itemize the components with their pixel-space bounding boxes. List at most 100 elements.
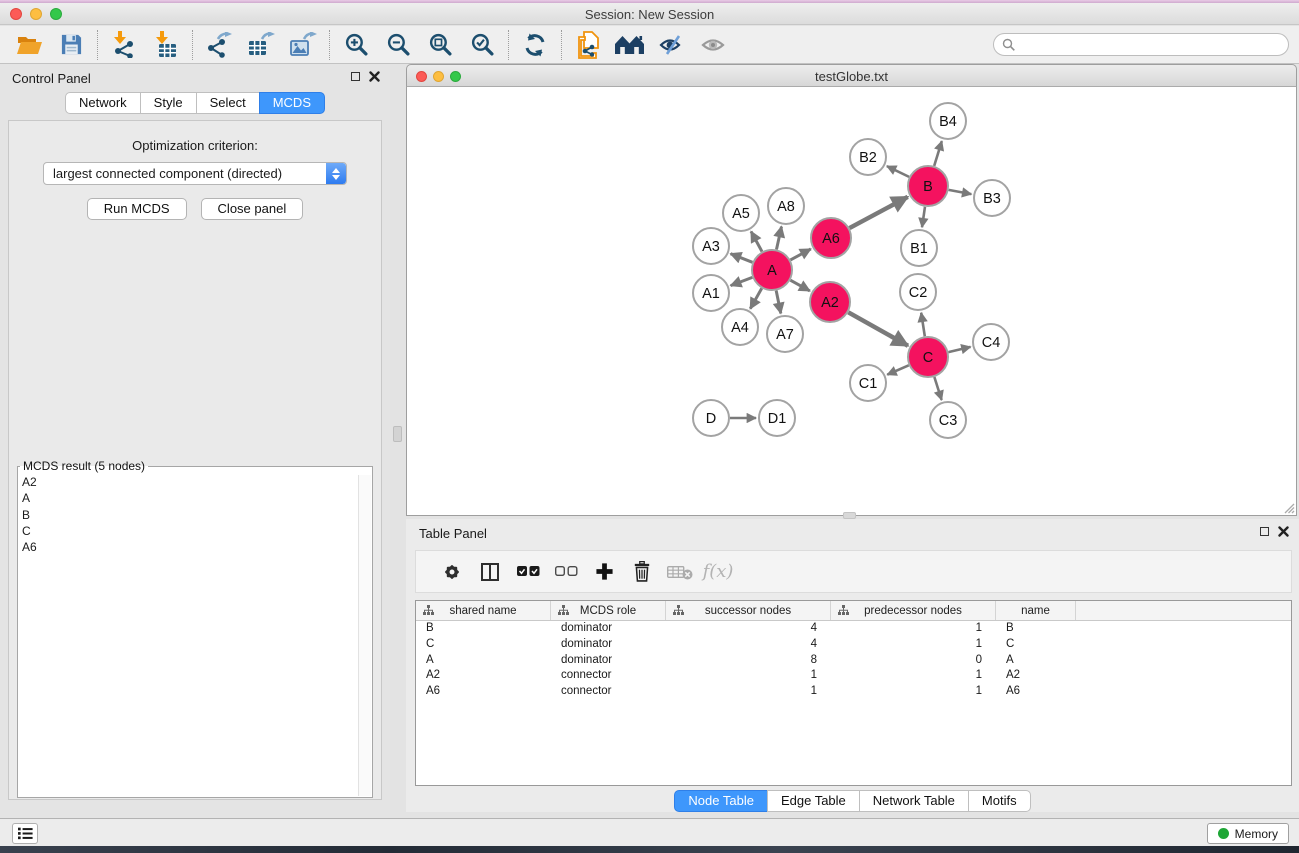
edge-B-B3[interactable] <box>949 190 972 194</box>
cell-MCDS-role[interactable]: dominator <box>551 637 666 653</box>
edge-C-C3[interactable] <box>934 377 941 400</box>
select-all-columns-button[interactable] <box>509 555 547 589</box>
cell-MCDS-role[interactable]: connector <box>551 684 666 700</box>
edge-A-A2[interactable] <box>790 280 809 291</box>
edge-A-A5[interactable] <box>751 231 762 251</box>
search-input[interactable] <box>1016 38 1288 52</box>
edge-A-A8[interactable] <box>776 227 781 250</box>
network-window-titlebar[interactable]: testGlobe.txt <box>406 64 1297 87</box>
show-columns-button[interactable] <box>471 555 509 589</box>
column-header-successor-nodes[interactable]: successor nodes <box>666 601 831 620</box>
table-options-button[interactable] <box>433 555 471 589</box>
node-table[interactable]: shared nameMCDS rolesuccessor nodesprede… <box>415 600 1292 786</box>
add-row-button[interactable] <box>585 555 623 589</box>
mcds-result-item[interactable]: A6 <box>22 539 372 555</box>
save-session-button[interactable] <box>50 29 92 61</box>
search-field[interactable] <box>993 33 1289 56</box>
export-image-button[interactable] <box>282 29 324 61</box>
column-header-shared-name[interactable]: shared name <box>416 601 551 620</box>
edge-A-A4[interactable] <box>750 288 761 308</box>
cell-name[interactable]: C <box>996 637 1076 653</box>
import-network-button[interactable] <box>103 29 145 61</box>
cell-name[interactable]: A <box>996 653 1076 669</box>
cell-shared-name[interactable]: C <box>416 637 551 653</box>
run-mcds-button[interactable]: Run MCDS <box>87 198 187 220</box>
edge-A-A1[interactable] <box>731 277 753 285</box>
edge-B-B2[interactable] <box>887 166 909 177</box>
vertical-splitter-handle[interactable] <box>393 426 402 442</box>
zoom-in-button[interactable] <box>335 29 377 61</box>
delete-column-button[interactable] <box>661 555 699 589</box>
tab-style[interactable]: Style <box>140 92 197 114</box>
new-network-from-selection-button[interactable] <box>567 29 609 61</box>
edge-A6-B[interactable] <box>850 197 908 228</box>
cell-successor-nodes[interactable]: 1 <box>666 684 831 700</box>
cell-predecessor-nodes[interactable]: 1 <box>831 684 996 700</box>
tab-node-table[interactable]: Node Table <box>674 790 768 812</box>
float-panel-icon[interactable] <box>351 72 360 81</box>
zoom-selected-button[interactable] <box>461 29 503 61</box>
float-table-panel-icon[interactable] <box>1260 527 1269 536</box>
cell-shared-name[interactable]: A6 <box>416 684 551 700</box>
edge-A-A3[interactable] <box>731 254 753 263</box>
cell-predecessor-nodes[interactable]: 0 <box>831 653 996 669</box>
import-table-button[interactable] <box>145 29 187 61</box>
cell-MCDS-role[interactable]: connector <box>551 668 666 684</box>
cell-name[interactable]: A6 <box>996 684 1076 700</box>
zoom-fit-button[interactable] <box>419 29 461 61</box>
cell-shared-name[interactable]: B <box>416 621 551 637</box>
tab-motifs[interactable]: Motifs <box>968 790 1031 812</box>
cell-predecessor-nodes[interactable]: 1 <box>831 668 996 684</box>
column-header-MCDS-role[interactable]: MCDS role <box>551 601 666 620</box>
close-table-panel-icon[interactable] <box>1278 526 1289 537</box>
cell-successor-nodes[interactable]: 4 <box>666 637 831 653</box>
deselect-all-columns-button[interactable] <box>547 555 585 589</box>
criterion-dropdown[interactable]: largest connected component (directed) <box>43 162 347 185</box>
mcds-result-item[interactable]: B <box>22 507 372 523</box>
cell-MCDS-role[interactable]: dominator <box>551 653 666 669</box>
cell-shared-name[interactable]: A <box>416 653 551 669</box>
export-network-button[interactable] <box>198 29 240 61</box>
cell-successor-nodes[interactable]: 8 <box>666 653 831 669</box>
home-button[interactable] <box>609 29 651 61</box>
tab-network-table[interactable]: Network Table <box>859 790 969 812</box>
table-row[interactable]: Cdominator41C <box>416 637 1291 653</box>
tab-network[interactable]: Network <box>65 92 141 114</box>
close-panel-icon[interactable] <box>369 71 380 82</box>
export-table-button[interactable] <box>240 29 282 61</box>
column-header-predecessor-nodes[interactable]: predecessor nodes <box>831 601 996 620</box>
hide-selected-button[interactable] <box>651 29 693 61</box>
cell-successor-nodes[interactable]: 1 <box>666 668 831 684</box>
mcds-result-list[interactable]: A2ABCA6 <box>18 473 372 555</box>
network-view-window[interactable]: testGlobe.txt B4B2BB3A8A5A6A3B1AC2A1A2A4… <box>406 64 1297 516</box>
edge-C-C1[interactable] <box>887 365 908 374</box>
edge-B-B1[interactable] <box>922 207 925 227</box>
mcds-result-item[interactable]: C <box>22 523 372 539</box>
column-header-name[interactable]: name <box>996 601 1076 620</box>
open-session-button[interactable] <box>8 29 50 61</box>
resize-grip-icon[interactable] <box>1282 501 1295 514</box>
edge-A-A6[interactable] <box>790 249 810 260</box>
show-all-button[interactable] <box>693 29 735 61</box>
edge-A-A7[interactable] <box>776 291 781 314</box>
apply-layout-button[interactable] <box>514 29 556 61</box>
cell-name[interactable]: A2 <box>996 668 1076 684</box>
tab-select[interactable]: Select <box>196 92 260 114</box>
cell-shared-name[interactable]: A2 <box>416 668 551 684</box>
cell-name[interactable]: B <box>996 621 1076 637</box>
cell-predecessor-nodes[interactable]: 1 <box>831 637 996 653</box>
table-row[interactable]: Adominator80A <box>416 653 1291 669</box>
function-builder-button[interactable]: f(x) <box>699 555 737 589</box>
table-row[interactable]: A6connector11A6 <box>416 684 1291 700</box>
mcds-result-item[interactable]: A2 <box>22 474 372 490</box>
mcds-result-item[interactable]: A <box>22 490 372 506</box>
main-titlebar[interactable]: Session: New Session <box>0 3 1299 25</box>
task-history-button[interactable] <box>12 823 38 844</box>
edge-B-B4[interactable] <box>934 141 942 166</box>
tab-edge-table[interactable]: Edge Table <box>767 790 860 812</box>
result-scrollbar[interactable] <box>358 475 371 796</box>
memory-button[interactable]: Memory <box>1207 823 1289 844</box>
tab-mcds[interactable]: MCDS <box>259 92 325 114</box>
close-panel-button[interactable]: Close panel <box>201 198 304 220</box>
network-canvas[interactable]: B4B2BB3A8A5A6A3B1AC2A1A2A4A7C4CC1C3DD1 <box>406 87 1297 516</box>
